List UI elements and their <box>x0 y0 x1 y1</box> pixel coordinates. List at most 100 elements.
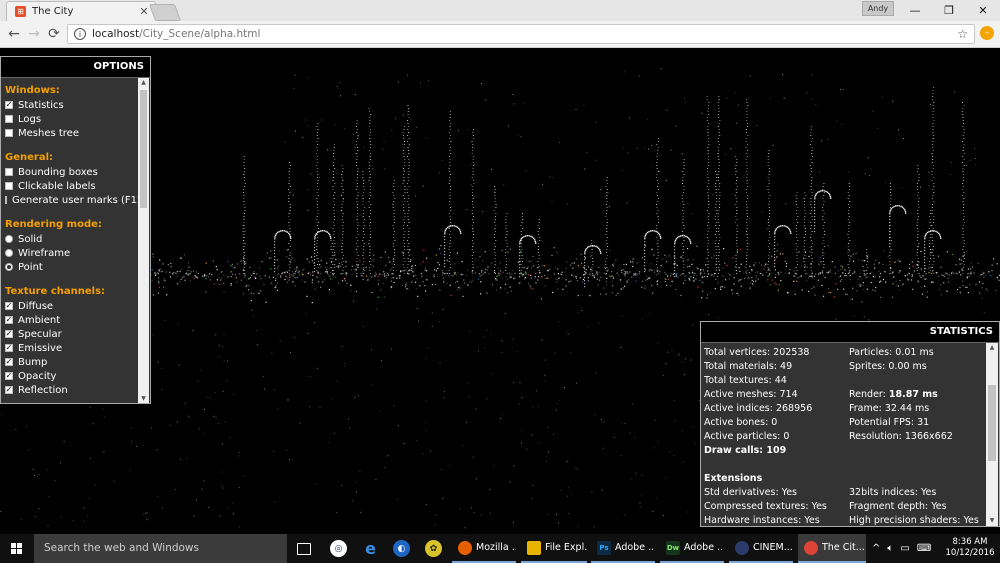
stat-row: Active particles: 0 Resolution: 1366x662 <box>704 431 953 442</box>
radio-icon[interactable] <box>5 249 13 257</box>
taskbar-app-file-explorer[interactable]: File Expl... <box>521 534 587 563</box>
clock-time: 8:36 AM <box>952 537 988 547</box>
statistics-scrollbar[interactable]: ▲ ▼ <box>986 343 998 526</box>
info-icon[interactable]: i <box>74 28 86 40</box>
taskbar-app-dreamweaver[interactable]: Dw Adobe ... <box>660 534 724 563</box>
checkbox-checked-icon[interactable]: ✓ <box>5 344 13 352</box>
bump-checkbox[interactable]: ✓ Bump <box>5 355 139 369</box>
edge-browser-icon[interactable]: e <box>362 539 379 558</box>
checkbox-checked-icon[interactable]: ✓ <box>5 372 13 380</box>
scrollbar-thumb[interactable] <box>140 90 147 208</box>
forward-button[interactable]: → <box>25 25 43 43</box>
taskbar-app-chrome[interactable]: The Cit... <box>798 534 866 563</box>
app-blue-icon[interactable]: ◐ <box>393 540 410 557</box>
checkbox-checked-icon[interactable]: ✓ <box>5 386 13 394</box>
checkbox-icon[interactable] <box>5 115 13 123</box>
option-label: Specular <box>18 328 62 340</box>
checkbox-icon[interactable] <box>5 196 7 204</box>
maximize-button[interactable]: ❐ <box>932 0 966 20</box>
specular-checkbox[interactable]: ✓ Specular <box>5 327 139 341</box>
cinema4d-icon <box>735 540 749 555</box>
emissive-checkbox[interactable]: ✓ Emissive <box>5 341 139 355</box>
tab-title: The City <box>32 6 74 17</box>
reload-button[interactable]: ⟳ <box>45 25 63 43</box>
tab-close-icon[interactable]: ✕ <box>137 5 151 18</box>
solid-radio[interactable]: Solid <box>5 232 139 246</box>
checkbox-checked-icon[interactable]: ✓ <box>5 302 13 310</box>
ambient-checkbox[interactable]: ✓ Ambient <box>5 313 139 327</box>
bounding-boxes-checkbox[interactable]: Bounding boxes <box>5 165 139 179</box>
stat-row: Total materials: 49 Sprites: 0.00 ms <box>704 361 927 372</box>
taskbar-app-photoshop[interactable]: Ps Adobe ... <box>591 534 655 563</box>
logs-checkbox[interactable]: Logs <box>5 112 139 126</box>
options-scrollbar[interactable]: ▲ ▼ <box>138 78 149 403</box>
meshes-tree-checkbox[interactable]: Meshes tree <box>5 126 139 140</box>
volume-icon[interactable]: 🔈︎ <box>887 543 893 554</box>
diffuse-checkbox[interactable]: ✓ Diffuse <box>5 299 139 313</box>
close-window-button[interactable]: ✕ <box>966 0 1000 20</box>
statistics-panel: STATISTICS Total vertices: 202538 Particl… <box>700 321 1000 527</box>
taskbar-app-firefox[interactable]: Mozilla ... <box>452 534 516 563</box>
app-yellow-icon[interactable]: ✿ <box>425 540 442 557</box>
checkbox-icon[interactable] <box>5 129 13 137</box>
opacity-checkbox[interactable]: ✓ Opacity <box>5 369 139 383</box>
option-label: Bounding boxes <box>18 166 98 178</box>
chrome-icon <box>804 540 818 555</box>
checkbox-icon[interactable] <box>5 182 13 190</box>
url-path: /City_Scene/alpha.html <box>139 28 261 40</box>
texture-channels-section-title: Texture channels: <box>5 286 106 297</box>
browser-tab[interactable]: ⊞ The City ✕ <box>6 1 156 21</box>
dreamweaver-icon: Dw <box>666 540 680 555</box>
address-bar[interactable]: i localhost /City_Scene/alpha.html ☆ <box>67 24 975 44</box>
checkbox-checked-icon[interactable]: ✓ <box>5 358 13 366</box>
taskbar-app-cinema4d[interactable]: CINEM... <box>729 534 793 563</box>
checkbox-icon[interactable] <box>5 168 13 176</box>
scroll-down-icon[interactable]: ▼ <box>138 394 149 403</box>
bookmark-star-icon[interactable]: ☆ <box>957 27 968 41</box>
scrollbar-thumb[interactable] <box>988 385 996 461</box>
radio-selected-icon[interactable] <box>5 263 13 271</box>
option-label: Diffuse <box>18 300 54 312</box>
profile-button[interactable]: Andy <box>862 1 894 16</box>
checkbox-checked-icon[interactable]: ✓ <box>5 316 13 324</box>
chevron-up-icon[interactable]: ^ <box>872 543 880 554</box>
scroll-down-icon[interactable]: ▼ <box>986 516 998 526</box>
clickable-labels-checkbox[interactable]: Clickable labels <box>5 179 139 193</box>
extensions-title: Extensions <box>704 473 763 484</box>
option-label: Logs <box>18 113 42 125</box>
radio-icon[interactable] <box>5 235 13 243</box>
option-label: Wireframe <box>18 247 71 259</box>
taskbar-search[interactable]: Search the web and Windows <box>34 534 287 563</box>
checkbox-checked-icon[interactable]: ✓ <box>5 101 13 109</box>
minimize-button[interactable]: — <box>898 0 932 20</box>
extension-icon[interactable]: – <box>980 26 994 40</box>
checkbox-checked-icon[interactable]: ✓ <box>5 330 13 338</box>
back-button[interactable]: ← <box>5 25 23 43</box>
stat-row: Active bones: 0 Potential FPS: 31 <box>704 417 930 428</box>
photoshop-icon: Ps <box>597 540 611 555</box>
option-label: Bump <box>18 356 48 368</box>
start-button[interactable] <box>0 534 34 563</box>
generate-user-marks-checkbox[interactable]: Generate user marks (F12) <box>5 193 147 207</box>
option-label: Statistics <box>18 99 64 111</box>
wireframe-radio[interactable]: Wireframe <box>5 246 139 260</box>
stat-row: Total textures: 44 <box>704 375 787 386</box>
network-icon[interactable]: ▭ <box>900 543 909 554</box>
scroll-up-icon[interactable]: ▲ <box>986 343 998 353</box>
options-header: OPTIONS <box>1 57 150 78</box>
taskbar-clock[interactable]: 8:36 AM 10/12/2016 <box>944 537 996 559</box>
windows-section-title: Windows: <box>5 85 60 96</box>
option-label: Generate user marks (F12) <box>12 194 148 206</box>
system-tray: ^ 🔈︎ ▭ ⌨︎ <box>872 534 938 563</box>
task-view-icon[interactable] <box>297 543 311 555</box>
point-radio[interactable]: Point <box>5 260 139 274</box>
reflection-checkbox[interactable]: ✓ Reflection <box>5 383 139 397</box>
statistics-checkbox[interactable]: ✓ Statistics <box>5 98 139 112</box>
windows-taskbar: Search the web and Windows ◎ e ◐ ✿ Mozil… <box>0 534 1000 563</box>
option-label: Emissive <box>18 342 63 354</box>
scroll-up-icon[interactable]: ▲ <box>138 78 149 88</box>
network-globe-icon[interactable]: ◎ <box>330 540 347 557</box>
new-tab-button[interactable] <box>148 4 182 21</box>
keyboard-icon[interactable]: ⌨︎ <box>917 543 931 554</box>
general-section-title: General: <box>5 152 53 163</box>
